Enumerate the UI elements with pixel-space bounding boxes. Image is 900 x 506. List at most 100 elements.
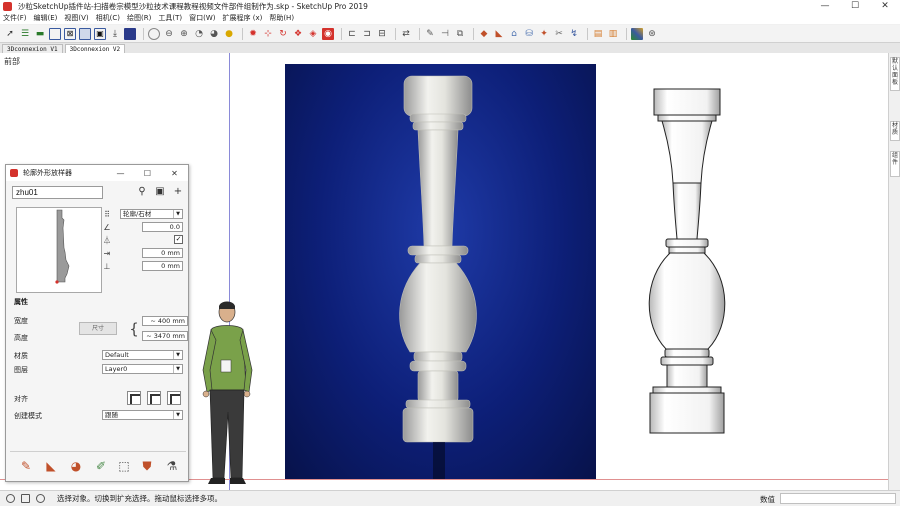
offset-x-field[interactable]: 0 mm [142, 248, 183, 258]
menu-edit[interactable]: 编辑(E) [34, 13, 58, 23]
bracket-close-icon[interactable]: ⊐ [361, 28, 373, 40]
dialog-divider [10, 451, 186, 452]
stop-icon[interactable] [124, 27, 136, 40]
scale-figure-person[interactable] [196, 300, 260, 486]
rectangle-icon[interactable] [49, 27, 61, 40]
dimension-icon[interactable]: ⊣ [439, 28, 451, 40]
scene-tab-1[interactable]: 3Dconnexion V1 [2, 44, 63, 53]
menu-draw[interactable]: 绘图(R) [127, 13, 151, 23]
zoom-window-icon[interactable]: ⊕ [178, 28, 190, 40]
circle-icon[interactable] [148, 27, 160, 40]
maximize-button[interactable]: ☐ [840, 0, 870, 12]
chevron-down-icon: ▼ [173, 365, 182, 373]
photo-baluster-image [399, 75, 477, 479]
angle-field[interactable]: 0.0 [142, 222, 183, 232]
extrude-icon[interactable]: ◣ [493, 28, 505, 40]
geo-status-icon[interactable] [21, 494, 30, 503]
add-icon[interactable]: + [172, 186, 184, 198]
mirror-checkbox[interactable]: ✓ [174, 235, 183, 244]
dialog-close-button[interactable]: ✕ [161, 169, 188, 178]
menu-extensions[interactable]: 扩展程序 (x) [222, 13, 262, 23]
edit-path-icon[interactable]: ✐ [93, 458, 109, 474]
rectangle-fill-icon[interactable] [79, 27, 91, 40]
lines-icon[interactable]: ☰ [19, 28, 31, 40]
settings-gear-icon[interactable]: ✹ [247, 28, 259, 40]
build-material-icon[interactable]: ◕ [68, 458, 84, 474]
close-button[interactable]: ✕ [870, 0, 900, 12]
pencil-icon[interactable]: ✎ [424, 28, 436, 40]
offset-y-field[interactable]: 0 mm [142, 261, 183, 271]
sync-icon[interactable]: ⇄ [400, 28, 412, 40]
tray-tab-materials[interactable]: 材质 [890, 121, 900, 141]
profile-name-input[interactable]: zhu01 [12, 186, 103, 199]
follow-me-icon[interactable]: ↯ [568, 28, 580, 40]
tray-tab-default[interactable]: 默认面板 [890, 57, 900, 91]
minus-bracket-icon[interactable]: ⊟ [376, 28, 388, 40]
eyedropper-icon[interactable]: ⚗ [164, 458, 180, 474]
record-icon[interactable]: ◉ [322, 27, 334, 40]
material-select[interactable]: Default ▼ [102, 350, 183, 360]
right-tray: 默认面板 材质 组件 [888, 53, 900, 490]
save-icon[interactable]: ▣ [154, 186, 166, 198]
height-field[interactable]: ~ 3470 mm [142, 331, 188, 341]
search-icon[interactable]: ⚲ [136, 186, 148, 198]
profile-preview[interactable] [16, 207, 102, 293]
tray-tab-components[interactable]: 组件 [890, 151, 900, 177]
extension-icon[interactable]: ✦ [538, 28, 550, 40]
arrow-down-icon[interactable]: ⤓ [109, 28, 121, 40]
dialog-minimize-button[interactable]: — [107, 169, 134, 178]
align-center-button[interactable] [147, 391, 161, 405]
line-icon[interactable]: ▬ [34, 28, 46, 40]
minimize-button[interactable]: — [810, 0, 840, 12]
build-paint-icon[interactable]: ◣ [43, 458, 59, 474]
pan-icon[interactable]: ◕ [208, 28, 220, 40]
styles-icon[interactable] [631, 27, 643, 40]
tape-measure-icon[interactable]: ✂ [553, 28, 565, 40]
dialog-maximize-button[interactable]: ☐ [134, 169, 161, 178]
menu-window[interactable]: 窗口(W) [189, 13, 215, 23]
dimensions-button[interactable]: 尺寸 [79, 322, 117, 335]
menu-help[interactable]: 帮助(H) [269, 13, 294, 23]
menu-view[interactable]: 视图(V) [64, 13, 88, 23]
layer-select[interactable]: Layer0 ▼ [102, 364, 183, 374]
box-icon[interactable]: ▣ [94, 27, 106, 40]
width-field[interactable]: ~ 400 mm [142, 316, 188, 326]
rectangle-cross-icon[interactable]: ⊠ [64, 27, 76, 40]
dialog-title: 轮廓外形放样器 [23, 169, 72, 177]
scene-tab-2[interactable]: 3Dconnexion V2 [64, 44, 126, 53]
align-left-button[interactable] [127, 391, 141, 405]
warehouse-icon[interactable]: ⛁ [523, 28, 535, 40]
chevron-down-icon: ▼ [173, 351, 182, 359]
rotate-icon[interactable]: ↻ [277, 28, 289, 40]
menu-file[interactable]: 文件(F) [3, 13, 27, 23]
extra-icon[interactable]: ⊛ [646, 28, 658, 40]
zoom-icon[interactable]: ⊖ [163, 28, 175, 40]
profile-type-select[interactable]: 轮廓/石材 ▼ [120, 209, 183, 219]
measurements-input[interactable] [780, 493, 896, 504]
reference-photo[interactable] [285, 64, 596, 479]
section-plane-icon[interactable]: ▤ [592, 28, 604, 40]
paint-bucket-icon[interactable]: ◈ [307, 28, 319, 40]
mode-select[interactable]: 跟随 ▼ [102, 410, 183, 420]
profile-builder-dialog: 轮廓外形放样器 — ☐ ✕ zhu01 ⚲ ▣ + ⠿ 轮廓/石材 ▼ ∠ 0.… [5, 164, 189, 482]
orbit-icon[interactable]: ◔ [193, 28, 205, 40]
baluster-3d-model[interactable] [640, 87, 735, 435]
select-box-icon[interactable]: ⬚ [116, 458, 132, 474]
move-icon[interactable]: ⊹ [262, 28, 274, 40]
text-tool-icon[interactable]: ⧉ [454, 28, 466, 40]
build-path-icon[interactable]: ✎ [18, 458, 34, 474]
stamp-icon[interactable]: ⛊ [139, 458, 155, 474]
link-bracket-icon[interactable]: { [128, 318, 140, 340]
eraser-icon[interactable]: ◆ [478, 28, 490, 40]
help-icon[interactable] [36, 494, 45, 503]
component-icon[interactable]: ❖ [292, 28, 304, 40]
section-cut-icon[interactable]: ▥ [607, 28, 619, 40]
menu-tools[interactable]: 工具(T) [158, 13, 182, 23]
house-icon[interactable]: ⌂ [508, 28, 520, 40]
menu-camera[interactable]: 相机(C) [96, 13, 120, 23]
select-arrow-icon[interactable]: ➚ [4, 28, 16, 40]
info-icon[interactable] [6, 494, 15, 503]
align-right-button[interactable] [167, 391, 181, 405]
bracket-open-icon[interactable]: ⊏ [346, 28, 358, 40]
geo-location-icon[interactable]: ● [223, 28, 235, 40]
